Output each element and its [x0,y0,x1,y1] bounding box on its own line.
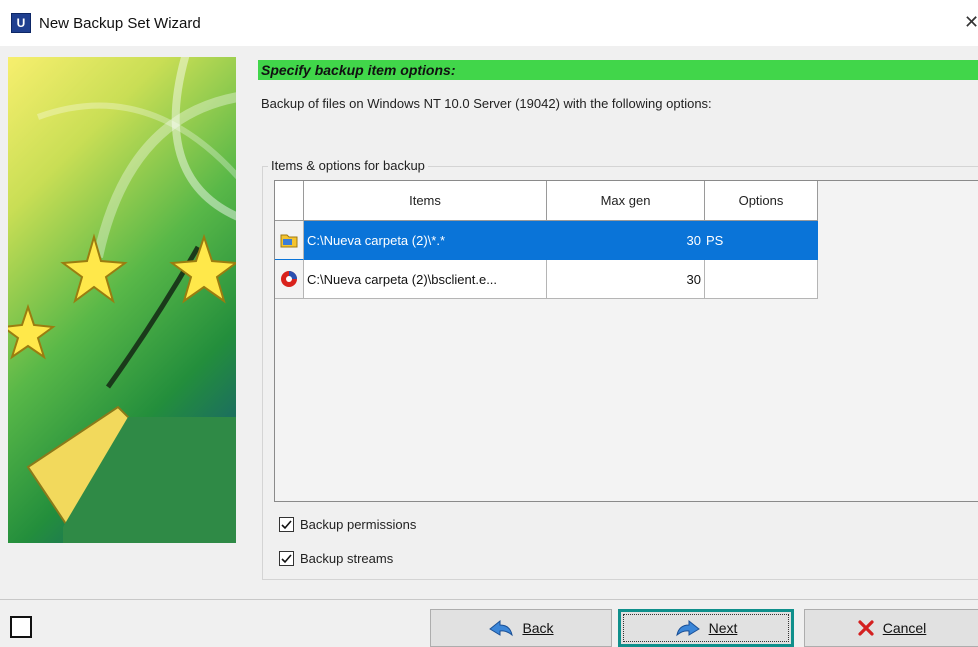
next-button[interactable]: Next [618,609,794,647]
cancel-button[interactable]: Cancel [804,609,978,647]
groupbox-title: Items & options for backup [268,158,428,173]
grid-corner-header [275,181,304,221]
cancel-button-label: Cancel [882,620,927,636]
cancel-x-icon [858,620,874,636]
column-header-options[interactable]: Options [705,181,818,221]
row-max-gen: 30 [547,260,705,299]
row-item-path: C:\Nueva carpeta (2)\*.* [304,221,547,260]
row-options [705,260,818,299]
executable-icon [275,260,304,299]
column-header-max-gen[interactable]: Max gen [547,181,705,221]
step-header: Specify backup item options: [258,60,978,80]
row-max-gen: 30 [547,221,705,260]
table-row[interactable]: C:\Nueva carpeta (2)\bsclient.e... 30 [275,260,818,299]
back-button-label: Back [522,620,554,636]
backup-streams-checkbox[interactable] [279,551,294,566]
back-arrow-icon [489,619,514,637]
next-arrow-icon [675,619,700,637]
table-row[interactable]: C:\Nueva carpeta (2)\*.* 30 PS [275,221,818,260]
items-grid[interactable]: Items Max gen Options C:\Nueva carpeta (… [274,180,978,502]
checkmark-icon [281,520,292,530]
backup-streams-label: Backup streams [300,551,394,566]
backup-permissions-checkbox[interactable] [279,517,294,532]
back-button[interactable]: Back [430,609,612,647]
backup-permissions-option[interactable]: Backup permissions [279,517,416,532]
row-item-path: C:\Nueva carpeta (2)\bsclient.e... [304,260,547,299]
stars-illustration [8,57,236,543]
backup-streams-option[interactable]: Backup streams [279,551,393,566]
backup-permissions-label: Backup permissions [300,517,417,532]
checkmark-icon [281,554,292,564]
folder-icon [275,221,304,260]
step-description: Backup of files on Windows NT 10.0 Serve… [261,96,712,111]
step-header-text: Specify backup item options: [261,62,456,78]
row-options: PS [705,221,818,260]
window-title: New Backup Set Wizard [39,14,201,32]
next-button-label: Next [708,620,738,636]
bottom-separator [0,599,978,600]
small-square-button[interactable] [10,616,32,638]
close-icon[interactable]: ✕ [964,12,978,32]
wizard-banner-image [8,57,236,543]
title-bar: U New Backup Set Wizard ✕ [0,0,978,46]
column-header-items[interactable]: Items [304,181,547,221]
app-icon: U [11,13,31,33]
